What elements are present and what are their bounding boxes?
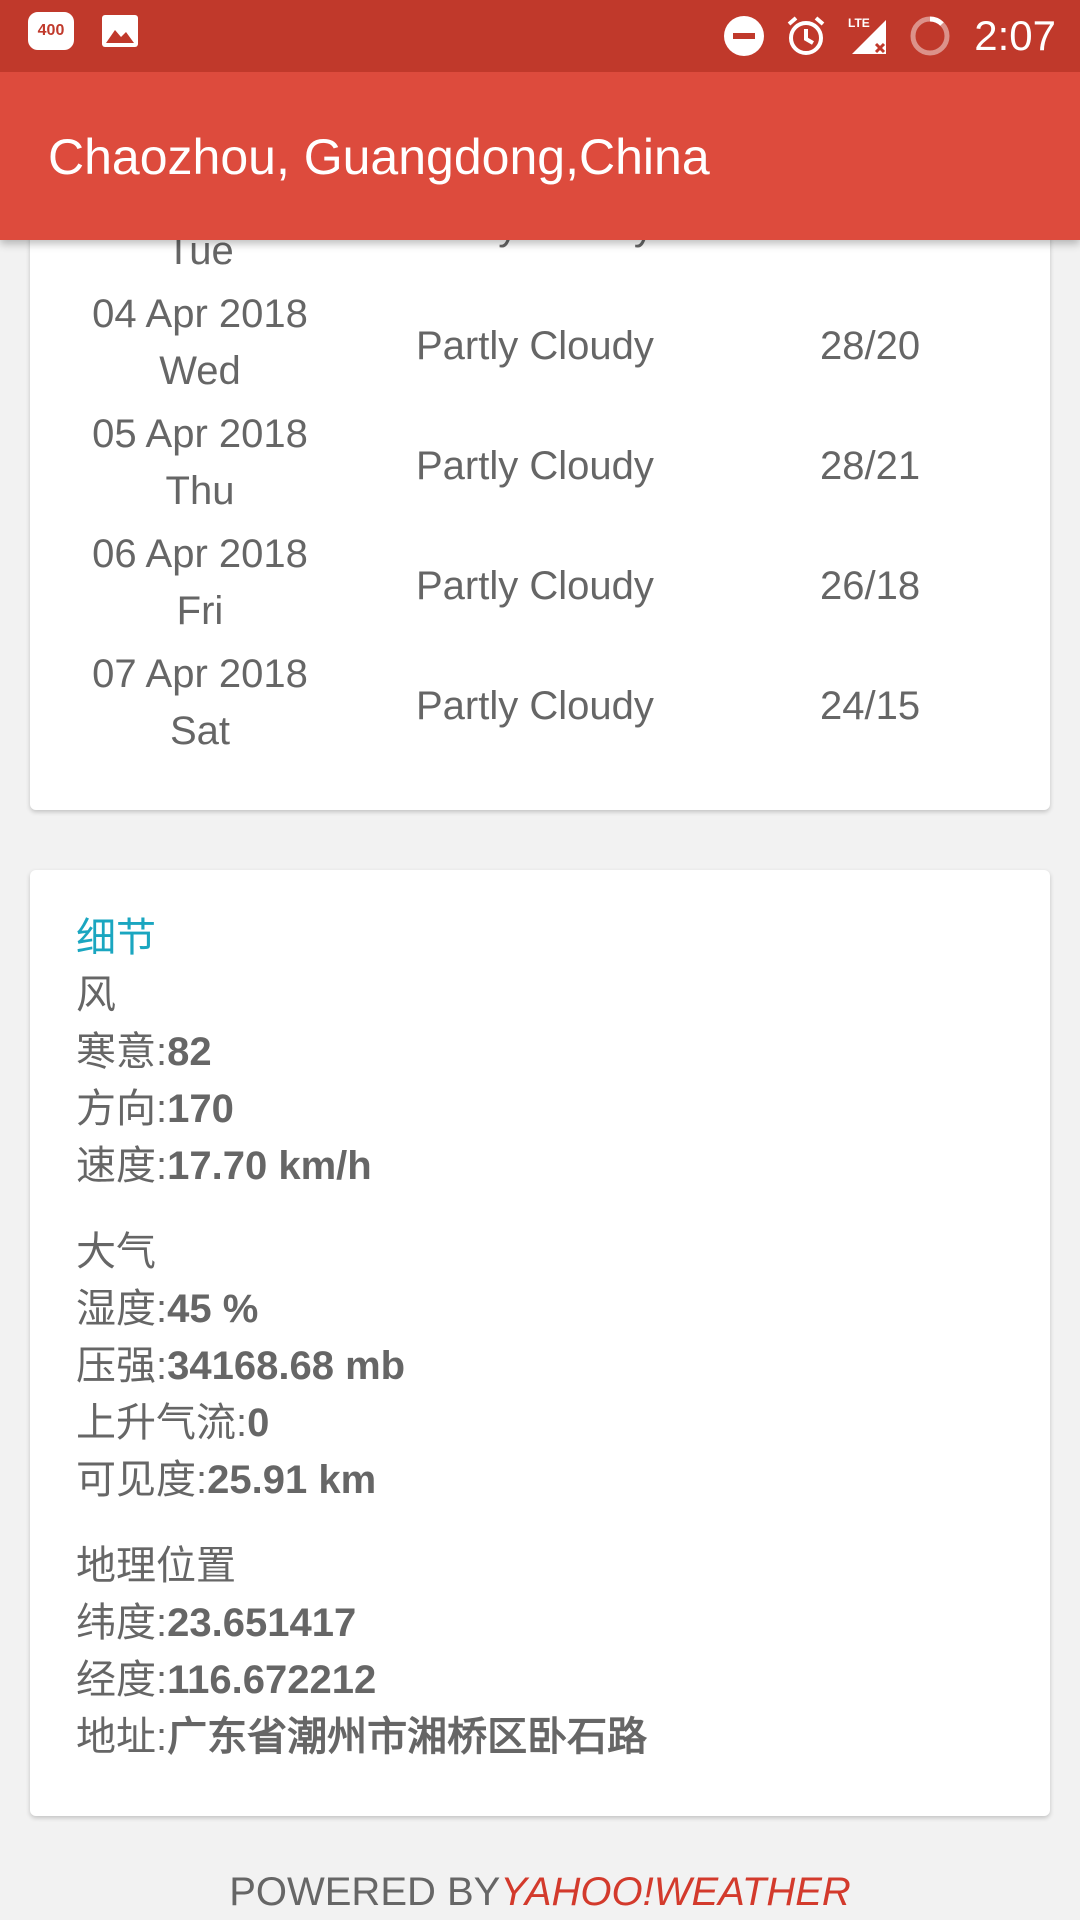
wind-speed: 速度:17.70 km/h [76,1138,647,1195]
clock-time: 2:07 [974,12,1056,59]
longitude: 经度:116.672212 [76,1652,647,1709]
yahoo-weather-link[interactable]: YAHOO!WEATHER [500,1870,850,1914]
forecast-day: Sat [169,709,231,753]
wind-direction-value: 170 [167,1087,234,1131]
address-label: 地址: [76,1715,168,1759]
forecast-date-line: 07 Apr 2018 [92,652,308,696]
pressure: 压强:34168.68 mb [76,1338,647,1395]
forecast-day: Wed [159,349,241,393]
forecast-row: 07 Apr 2018 Sat Partly Cloudy 24/15 [30,646,1050,766]
status-left: 400 [28,12,140,50]
latitude: 纬度:23.651417 [76,1595,647,1652]
humidity: 湿度:45 % [76,1281,647,1338]
forecast-row: 06 Apr 2018 Fri Partly Cloudy 26/18 [30,526,1050,646]
rising: 上升气流:0 [76,1395,647,1452]
location-heading: 地理位置 [76,1544,236,1588]
latitude-label: 纬度: [76,1601,168,1645]
battery-icon [910,16,950,56]
forecast-date: 06 Apr 2018 Fri [30,526,370,640]
details-body: 细节 风 寒意:82 方向:170 速度:17.70 km/h 大气 湿度:45… [76,910,647,1766]
visibility-value: 25.91 km [207,1458,377,1502]
forecast-date: 05 Apr 2018 Thu [30,406,370,520]
address: 地址:广东省潮州市湘桥区卧石路 [76,1709,647,1766]
footer: POWERED BYYAHOO!WEATHER [0,1862,1080,1920]
forecast-condition: Partly Cloudy [416,564,654,608]
atmosphere-heading: 大气 [76,1230,156,1274]
longitude-value: 116.672212 [167,1658,377,1702]
visibility-label: 可见度: [76,1458,208,1502]
forecast-date-line: 04 Apr 2018 [92,292,308,336]
wind-speed-value: 17.70 km/h [167,1144,372,1188]
forecast-row: 05 Apr 2018 Thu Partly Cloudy 28/21 [30,406,1050,526]
wind-heading: 风 [76,973,116,1017]
forecast-condition: Partly Cloudy [416,444,654,488]
forecast-row: 04 Apr 2018 Wed Partly Cloudy 28/20 [30,286,1050,406]
forecast-day: Fri [176,589,224,633]
page-title: Chaozhou, Guangdong,China [48,129,710,185]
humidity-label: 湿度: [76,1287,168,1331]
screen: 400 LTE 2:07 Chaozhou, Guangdong,China T… [0,0,1080,1920]
forecast-date-line: 05 Apr 2018 [92,412,308,456]
forecast-date: 07 Apr 2018 Sat [30,646,370,760]
forecast-card[interactable]: Tue Partly Cloudy 28/20 04 Apr 2018 Wed … [30,150,1050,810]
forecast-temp: 28/21 [820,444,921,488]
signal-network-text: LTE [848,16,870,30]
wind-chill-value: 82 [167,1030,212,1074]
wind-direction-label: 方向: [76,1087,168,1131]
dnd-icon [724,16,765,56]
visibility: 可见度:25.91 km [76,1452,647,1509]
longitude-label: 经度: [76,1658,168,1702]
badge-text: 400 [37,22,65,39]
latitude-value: 23.651417 [167,1601,357,1645]
wind-speed-label: 速度: [76,1144,168,1188]
rising-value: 0 [247,1401,270,1445]
wind-chill: 寒意:82 [76,1024,647,1081]
forecast-temp: 28/20 [820,324,921,368]
forecast-date: 04 Apr 2018 Wed [30,286,370,400]
forecast-temp: 26/18 [820,564,921,608]
details-title: 细节 [76,916,156,960]
forecast-day: Thu [165,469,235,513]
signal-icon: LTE [848,16,887,54]
pressure-value: 34168.68 mb [167,1344,406,1388]
pressure-label: 压强: [76,1344,168,1388]
rising-label: 上升气流: [76,1401,248,1445]
wind-direction: 方向:170 [76,1081,647,1138]
wind-chill-label: 寒意: [76,1030,168,1074]
humidity-value: 45 % [167,1287,259,1331]
app-bar: Chaozhou, Guangdong,China [0,72,1080,240]
status-right: LTE 2:07 [722,8,1056,64]
address-value: 广东省潮州市湘桥区卧石路 [167,1715,648,1759]
status-bar: 400 LTE 2:07 [0,0,1080,72]
alarm-icon [787,16,825,55]
forecast-temp: 24/15 [820,684,921,728]
forecast-date-line: 06 Apr 2018 [92,532,308,576]
forecast-condition: Partly Cloudy [416,324,654,368]
image-icon [102,15,138,47]
badge-400-icon: 400 [28,12,74,50]
forecast-condition: Partly Cloudy [416,684,654,728]
details-card[interactable]: 细节 风 寒意:82 方向:170 速度:17.70 km/h 大气 湿度:45… [30,870,1050,1816]
powered-by-text: POWERED BY [229,1870,501,1914]
